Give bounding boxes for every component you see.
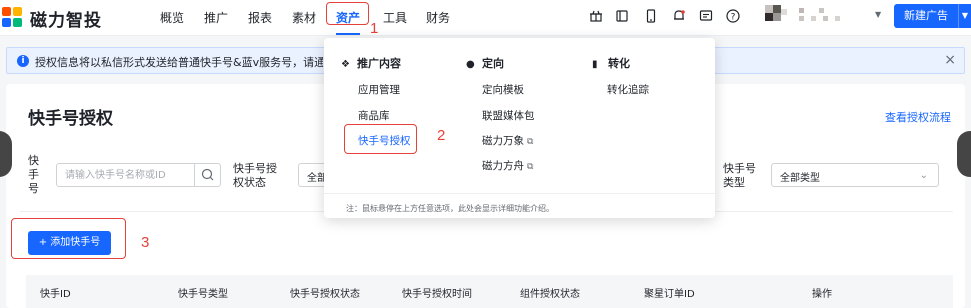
chat-icon[interactable] <box>698 8 714 24</box>
left-scroll-handle[interactable] <box>0 131 12 177</box>
column-header[interactable]: 快手号授权状态 <box>290 285 360 300</box>
nav-materials[interactable]: 素材 <box>292 9 316 26</box>
gift-icon[interactable] <box>588 8 604 24</box>
account-type-filter-label: 快手号类型 <box>723 162 756 189</box>
external-link-icon: ⧉ <box>527 162 534 172</box>
menu-item-union-media-pack[interactable]: 联盟媒体包 <box>482 108 535 123</box>
menu-item-cili-wanxiang[interactable]: 磁力万象 ⧉ <box>482 133 533 148</box>
top-navigation: 磁力智投 概览 推广 报表 素材 资产 工具 财务 ? ▼ 新建广告 ▼ <box>0 0 971 36</box>
auth-flow-link[interactable]: 查看授权流程 <box>885 109 951 125</box>
mobile-icon[interactable] <box>643 8 659 24</box>
column-header[interactable]: 操作 <box>812 285 832 300</box>
help-icon[interactable]: ? <box>725 8 741 24</box>
auth-status-filter-label: 快手号授权状态 <box>233 162 277 189</box>
menu-item-targeting-template[interactable]: 定向模板 <box>482 82 524 97</box>
annotation-number-1: 1 <box>370 20 379 37</box>
chevron-down-icon[interactable]: ▼ <box>875 10 881 19</box>
dropdown-group-title: ❖ 推广内容 <box>341 57 401 70</box>
annotation-number-3: 3 <box>141 234 150 251</box>
dropdown-group-title: ▮ 转化 <box>592 57 630 70</box>
user-icon: ● <box>466 59 475 70</box>
close-icon[interactable]: × <box>944 52 956 68</box>
search-icon[interactable] <box>194 164 220 186</box>
annotation-number-2: 2 <box>437 127 446 144</box>
right-scroll-handle[interactable] <box>957 131 971 177</box>
column-header[interactable]: 快手号类型 <box>178 285 228 300</box>
bell-icon[interactable] <box>671 8 687 24</box>
external-link-icon: ⧉ <box>527 137 534 147</box>
menu-item-cili-fangzhou[interactable]: 磁力方舟 ⧉ <box>482 158 533 173</box>
account-filter-label: 快手号 <box>28 154 39 195</box>
nav-tools[interactable]: 工具 <box>383 9 407 26</box>
new-ad-dropdown-icon[interactable]: ▼ <box>958 4 971 28</box>
annotation-box-2 <box>344 124 417 154</box>
chevron-down-icon: ⌄ <box>919 170 928 181</box>
account-search-field[interactable] <box>56 163 221 187</box>
account-name[interactable] <box>793 8 863 22</box>
dropdown-hint: 注：鼠标悬停在上方任意选项，此处会显示详细功能介绍。 <box>346 204 554 213</box>
dropdown-group-title: ● 定向 <box>466 57 504 70</box>
annotation-box-1 <box>326 2 369 25</box>
column-header[interactable]: 组件授权状态 <box>520 285 580 300</box>
nav-overview[interactable]: 概览 <box>160 9 184 26</box>
layers-icon: ❖ <box>341 59 350 70</box>
brand-name: 磁力智投 <box>30 11 102 31</box>
bar-chart-icon: ▮ <box>592 59 598 70</box>
message-icon[interactable] <box>614 8 630 24</box>
svg-text:?: ? <box>731 13 736 23</box>
account-type-value: 全部类型 <box>780 173 820 184</box>
annotation-box-3 <box>11 218 126 259</box>
column-header[interactable]: 快手号授权时间 <box>402 285 472 300</box>
search-input[interactable] <box>57 164 195 186</box>
column-header[interactable]: 快手ID <box>40 285 71 300</box>
menu-item-conversion-tracking[interactable]: 转化追踪 <box>607 82 649 97</box>
menu-item-product-library[interactable]: 商品库 <box>358 108 390 123</box>
account-avatar[interactable] <box>765 5 787 27</box>
dropdown-divider <box>324 193 715 194</box>
nav-reports[interactable]: 报表 <box>248 9 272 26</box>
notice-text: 授权信息将以私信形式发送给普通快手号&蓝v服务号，请通知账号关注 <box>35 56 323 69</box>
nav-finance[interactable]: 财务 <box>426 9 450 26</box>
info-icon: i <box>17 55 29 67</box>
nav-promotion[interactable]: 推广 <box>204 9 228 26</box>
logo-icon <box>0 5 30 29</box>
column-header[interactable]: 聚星订单ID <box>644 285 695 300</box>
menu-item-app-management[interactable]: 应用管理 <box>358 82 400 97</box>
account-type-select[interactable]: 全部类型 ⌄ <box>771 163 939 187</box>
table-header: 快手ID 快手号类型 快手号授权状态 快手号授权时间 组件授权状态 聚星订单ID… <box>26 275 953 308</box>
new-ad-button[interactable]: 新建广告 <box>894 4 958 28</box>
page-title: 快手号授权 <box>28 109 113 129</box>
